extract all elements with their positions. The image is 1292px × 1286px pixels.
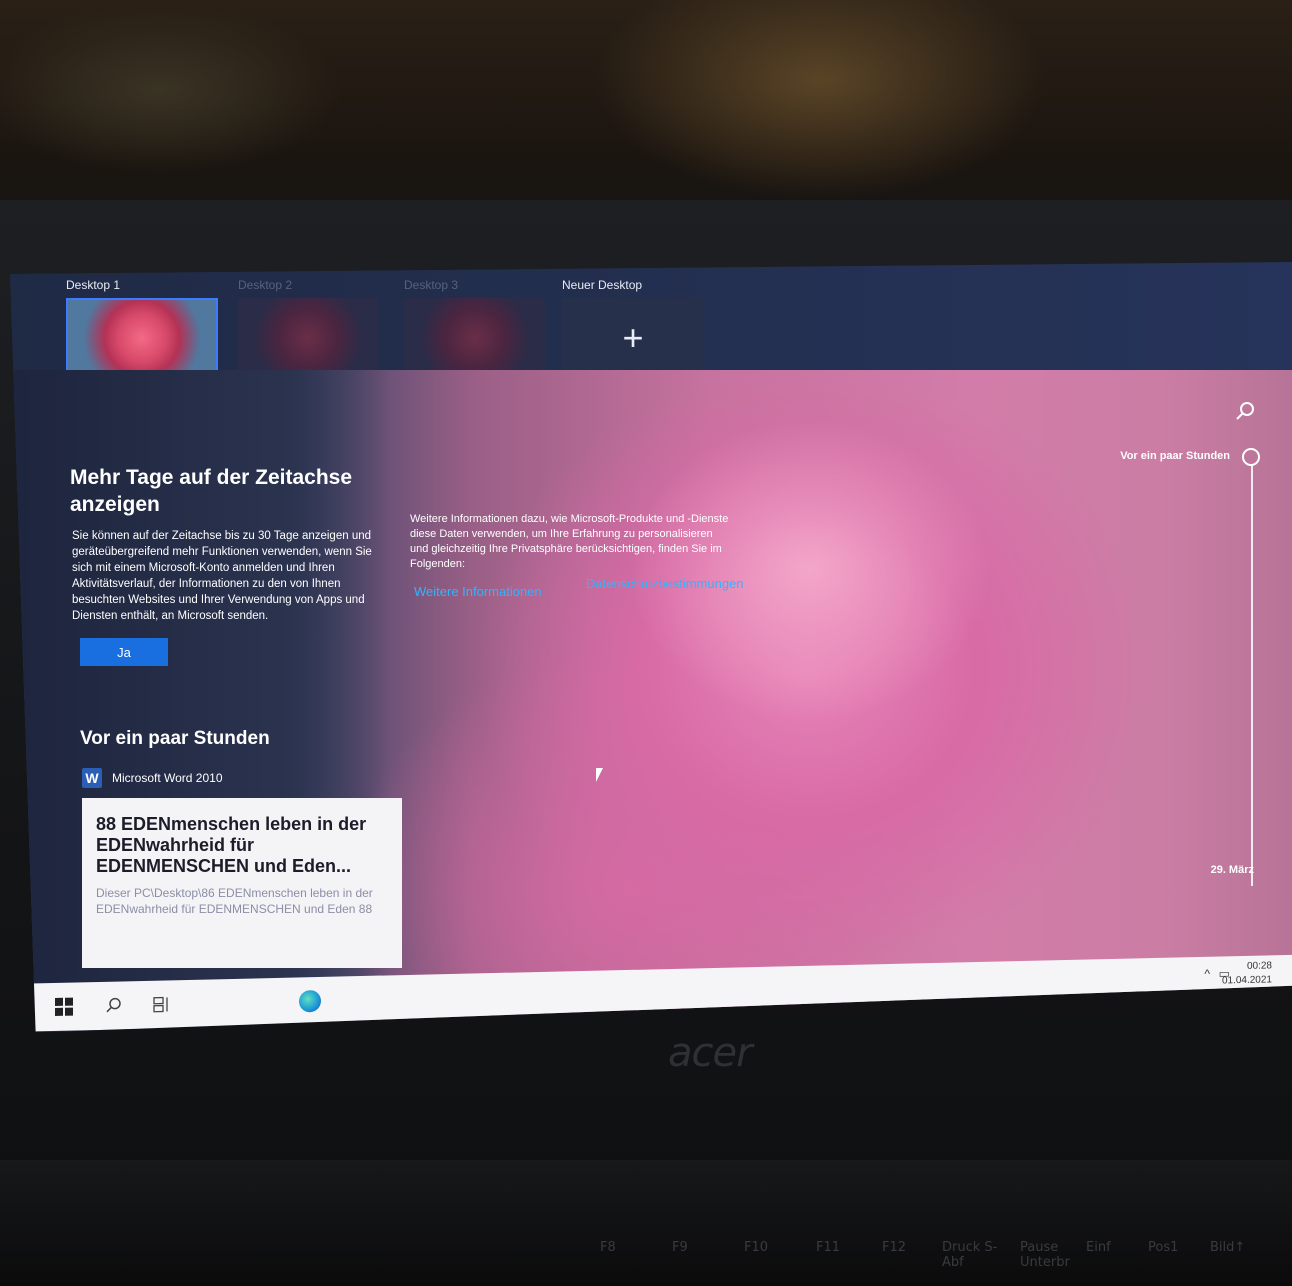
taskbar-search-button[interactable]	[102, 993, 126, 1018]
mouse-cursor-icon	[596, 768, 603, 782]
new-desktop-button[interactable]: +	[562, 298, 704, 378]
edge-taskbar-button[interactable]	[298, 989, 322, 1014]
app-name: Microsoft Word 2010	[112, 771, 223, 785]
word-icon: W	[82, 768, 102, 788]
plus-icon: +	[622, 317, 644, 358]
task-view-button[interactable]	[150, 992, 174, 1017]
timeline-scrollbar[interactable]	[1251, 466, 1253, 886]
clock-time: 00:28	[1246, 960, 1272, 972]
yes-button[interactable]: Ja	[80, 638, 168, 666]
clock-date: 01.04.2021	[1221, 974, 1272, 987]
desktop-label: Desktop 3	[404, 278, 459, 292]
brand-logo: acer	[668, 1030, 753, 1076]
timeline-view: Mehr Tage auf der Zeitachse anzeigen Sie…	[10, 370, 1292, 1032]
function-key-row: F8 F9 F10 F11 F12 Druck S-Abf Pause Unte…	[560, 1240, 1280, 1280]
fkey-label: F9	[672, 1240, 688, 1255]
fkey-label: Pause Unterbr	[1020, 1240, 1070, 1270]
timeline-scrubber-handle[interactable]	[1242, 448, 1260, 466]
desktop-label: Desktop 2	[238, 278, 293, 292]
privacy-link[interactable]: Datenschutzbestimmungen	[586, 576, 744, 591]
privacy-info-text: Weitere Informationen dazu, wie Microsof…	[410, 513, 729, 570]
desktop-label: Neuer Desktop	[562, 278, 643, 292]
fkey-label: Bild↑	[1210, 1240, 1246, 1255]
document-path: Dieser PC\Desktop\86 EDENmenschen leben …	[96, 886, 373, 916]
virtual-desktop-bar: Desktop 1 Desktop 2 Desktop 3 Neuer Desk…	[10, 262, 1292, 380]
fkey-label: F10	[744, 1240, 769, 1255]
desktop-label: Desktop 1	[66, 278, 121, 292]
search-icon[interactable]	[1234, 400, 1256, 422]
desktop-thumbnail[interactable]	[66, 298, 218, 378]
fkey-label: F11	[816, 1240, 841, 1255]
more-info-link[interactable]: Weitere Informationen	[414, 584, 542, 599]
document-title: 88 EDENmenschen leben in der EDENwahrhei…	[96, 814, 367, 876]
timeline-current-label: Vor ein paar Stunden	[1120, 450, 1230, 462]
promo-text: Sie können auf der Zeitachse bis zu 30 T…	[72, 530, 372, 622]
windows-logo-icon	[55, 997, 73, 1016]
desktop-2[interactable]: Desktop 2	[238, 278, 388, 378]
fkey-label: Druck S-Abf	[942, 1240, 998, 1270]
promo-title: Mehr Tage auf der Zeitachse anzeigen	[70, 466, 353, 516]
desktop-thumbnail[interactable]	[404, 298, 546, 378]
desktop-thumbnail[interactable]	[238, 298, 378, 378]
task-view-icon	[153, 996, 168, 1013]
fkey-label: F8	[600, 1240, 616, 1255]
desktop-3[interactable]: Desktop 3	[404, 278, 554, 378]
fkey-label: Einf	[1086, 1240, 1111, 1255]
laptop-screen: Desktop 1 Desktop 2 Desktop 3 Neuer Desk…	[10, 262, 1292, 1032]
start-button[interactable]	[52, 995, 76, 1020]
desktop-1[interactable]: Desktop 1	[66, 278, 218, 378]
fkey-label: Pos1	[1148, 1240, 1179, 1255]
timeline-date-label: 29. März	[1210, 864, 1254, 876]
fkey-label: F12	[882, 1240, 907, 1255]
tray-chevron-icon[interactable]: ^	[1204, 967, 1210, 981]
new-desktop[interactable]: Neuer Desktop +	[562, 278, 712, 378]
activity-card[interactable]: 88 EDENmenschen leben in der EDENwahrhei…	[82, 798, 402, 968]
clock[interactable]: 00:28 01.04.2021	[1222, 959, 1272, 988]
activity-app-row: W Microsoft Word 2010	[82, 768, 223, 788]
search-icon	[106, 997, 121, 1013]
edge-browser-icon	[299, 989, 321, 1013]
activity-section-heading: Vor ein paar Stunden	[80, 728, 270, 749]
